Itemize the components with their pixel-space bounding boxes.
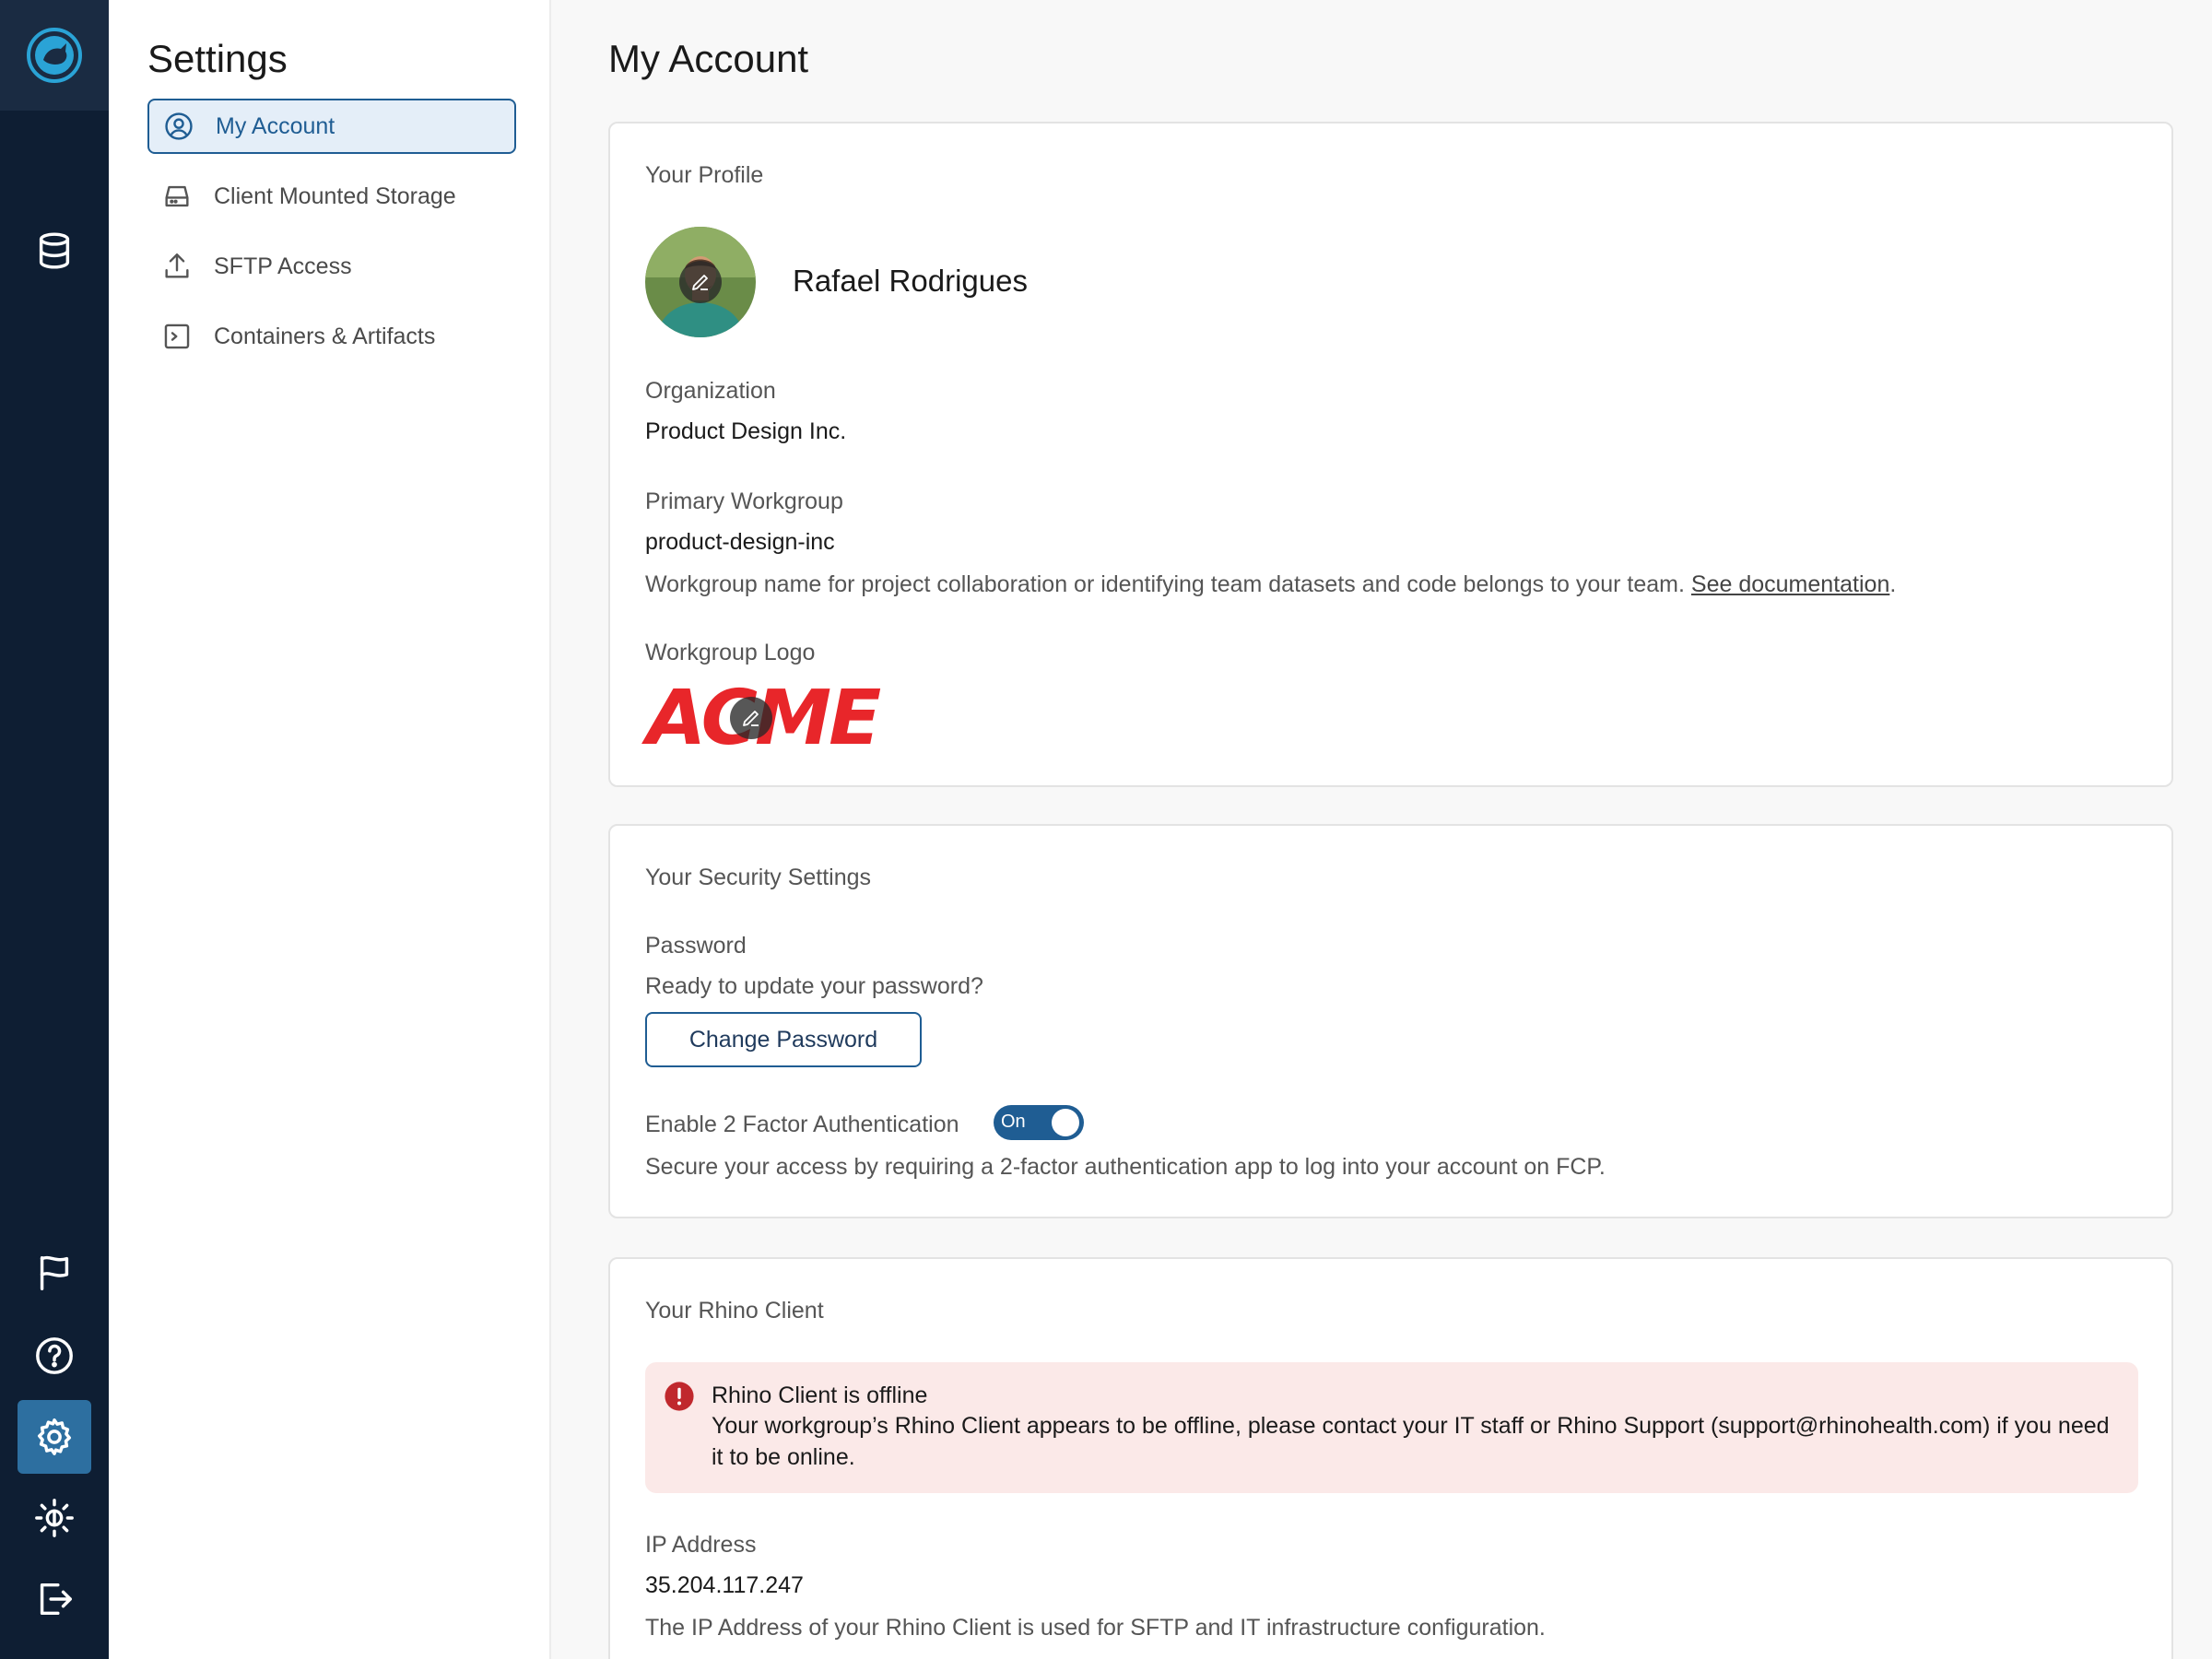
database-icon[interactable]: [18, 214, 91, 288]
nav-item-client-mounted-storage[interactable]: Client Mounted Storage: [147, 169, 516, 224]
workgroup-hint-end: .: [1889, 571, 1897, 597]
organization-label: Organization: [645, 378, 776, 404]
workgroup-hint: Workgroup name for project collaboration…: [645, 571, 1896, 598]
security-card: Your Security Settings Password Ready to…: [608, 824, 2173, 1218]
alert-body: Your workgroup’s Rhino Client appears to…: [712, 1413, 2110, 1470]
help-icon[interactable]: [18, 1319, 91, 1393]
workgroup-logo-label: Workgroup Logo: [645, 640, 816, 665]
twofa-toggle-label: On: [1001, 1112, 1026, 1132]
toggle-knob: [1052, 1109, 1079, 1136]
settings-icon[interactable]: [18, 1400, 91, 1474]
user-circle-icon: [162, 110, 195, 143]
nav-item-label: Containers & Artifacts: [214, 323, 436, 349]
nav-item-containers-artifacts[interactable]: Containers & Artifacts: [147, 309, 516, 364]
twofa-toggle[interactable]: On: [994, 1105, 1084, 1140]
rhino-logo-icon[interactable]: [0, 0, 109, 111]
alert-error-icon: [664, 1381, 695, 1417]
profile-name: Rafael Rodrigues: [793, 264, 1028, 298]
client-heading: Your Rhino Client: [645, 1298, 824, 1324]
logout-icon[interactable]: [18, 1562, 91, 1636]
password-label: Password: [645, 933, 747, 959]
settings-nav: Settings My Account Client Mounted Stora…: [109, 0, 551, 1659]
ip-label: IP Address: [645, 1532, 757, 1558]
page-title: My Account: [608, 37, 809, 80]
ip-value: 35.204.117.247: [645, 1572, 804, 1598]
upload-icon: [160, 250, 194, 283]
workgroup-logo[interactable]: ACME: [645, 678, 882, 759]
password-hint: Ready to update your password?: [645, 973, 983, 999]
change-password-button[interactable]: Change Password: [645, 1012, 922, 1067]
organization-value: Product Design Inc.: [645, 418, 847, 444]
workgroup-hint-text: Workgroup name for project collaboration…: [645, 571, 1685, 597]
brightness-icon[interactable]: [18, 1481, 91, 1555]
see-documentation-link[interactable]: See documentation: [1691, 571, 1889, 597]
flag-icon[interactable]: [18, 1236, 91, 1310]
workgroup-value: product-design-inc: [645, 529, 835, 555]
nav-item-my-account[interactable]: My Account: [147, 99, 516, 154]
hard-drive-icon: [160, 180, 194, 213]
workgroup-label: Primary Workgroup: [645, 488, 843, 514]
nav-item-sftp-access[interactable]: SFTP Access: [147, 239, 516, 294]
client-offline-alert: Rhino Client is offline Your workgroup’s…: [645, 1362, 2138, 1493]
nav-item-label: My Account: [216, 112, 335, 139]
icon-rail: [0, 0, 109, 1659]
profile-card: Your Profile Rafael Rodrigues Organizati…: [608, 122, 2173, 787]
avatar[interactable]: [645, 227, 756, 337]
twofa-label: Enable 2 Factor Authentication: [645, 1112, 959, 1137]
edit-logo-pencil-icon[interactable]: [730, 697, 772, 739]
nav-item-label: Client Mounted Storage: [214, 182, 456, 209]
terminal-icon: [160, 320, 194, 353]
ip-hint: The IP Address of your Rhino Client is u…: [645, 1615, 1546, 1641]
security-heading: Your Security Settings: [645, 865, 872, 890]
alert-title: Rhino Client is offline: [712, 1382, 928, 1408]
rhino-client-card: Your Rhino Client Rhino Client is offlin…: [608, 1257, 2173, 1659]
nav-item-label: SFTP Access: [214, 253, 352, 279]
profile-heading: Your Profile: [645, 162, 764, 188]
settings-title: Settings: [147, 37, 288, 80]
twofa-hint: Secure your access by requiring a 2-fact…: [645, 1154, 1606, 1180]
edit-avatar-pencil-icon[interactable]: [679, 261, 722, 303]
